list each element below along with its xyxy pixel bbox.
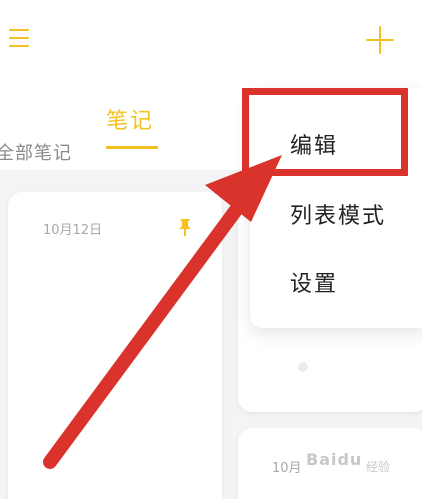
pin-icon[interactable] bbox=[177, 218, 193, 236]
menu-item-settings[interactable]: 设置 bbox=[290, 266, 338, 298]
menu-item-list-mode[interactable]: 列表模式 bbox=[290, 198, 386, 230]
hamburger-menu-icon[interactable] bbox=[9, 27, 29, 49]
placeholder-dot bbox=[298, 362, 308, 372]
watermark-brand: Baidu bbox=[306, 450, 363, 469]
note-card-date: 10月12日 bbox=[43, 223, 103, 238]
plus-icon[interactable] bbox=[366, 26, 394, 54]
top-bar bbox=[0, 0, 422, 86]
annotation-highlight-box bbox=[242, 88, 408, 176]
note-card-body bbox=[12, 240, 210, 499]
filter-label[interactable]: 全部笔记 bbox=[0, 139, 72, 165]
note-card-date: 10月 bbox=[272, 461, 302, 476]
tab-notes[interactable]: 笔记 bbox=[106, 103, 154, 135]
tab-active-indicator bbox=[106, 146, 158, 149]
watermark-suffix: 经验 bbox=[366, 460, 391, 474]
